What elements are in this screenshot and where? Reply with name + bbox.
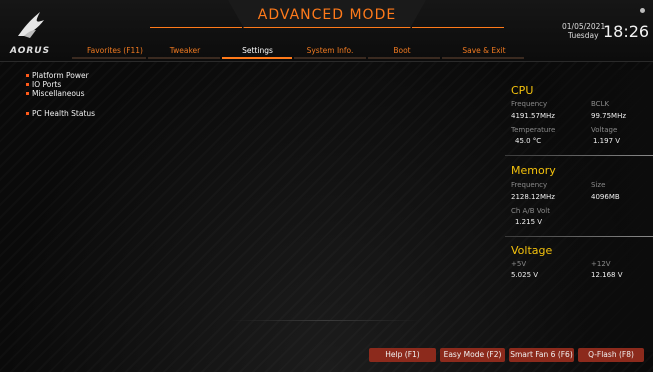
memory-volt-value: 1.215 V (515, 218, 543, 226)
tab-save-exit[interactable]: Save & Exit (452, 46, 516, 55)
divider (505, 236, 653, 237)
date-display: 01/05/2021 Tuesday (562, 22, 605, 40)
memory-title: Memory (511, 164, 556, 177)
menu-item-miscellaneous[interactable]: Miscellaneous (26, 89, 85, 98)
memory-size-label: Size (591, 181, 606, 189)
tab-underline (148, 57, 220, 59)
smart-fan-button[interactable]: Smart Fan 6 (F6) (509, 348, 574, 362)
easy-mode-button[interactable]: Easy Mode (F2) (440, 348, 505, 362)
cpu-voltage-label: Voltage (591, 126, 618, 134)
tab-boot[interactable]: Boot (375, 46, 429, 55)
menu-item-label: Platform Power (32, 71, 89, 80)
divider (230, 320, 420, 321)
voltage-12v-value: 12.168 V (591, 271, 623, 279)
bullet-icon (26, 92, 29, 95)
tab-system-info[interactable]: System Info. (295, 46, 365, 55)
tab-underline (294, 57, 366, 59)
clock: 18:26 (603, 22, 650, 41)
cpu-bclk-label: BCLK (591, 100, 610, 108)
tab-underline (72, 57, 146, 59)
page-title: ADVANCED MODE (257, 7, 397, 23)
voltage-title: Voltage (511, 244, 553, 257)
aorus-eagle-icon (18, 12, 44, 38)
menu-item-label: PC Health Status (32, 109, 96, 118)
tab-favorites[interactable]: Favorites (F11) (80, 46, 150, 55)
bullet-icon (26, 112, 29, 115)
memory-size-value: 4096MB (591, 193, 620, 201)
bullet-icon (26, 83, 29, 86)
memory-frequency-value: 2128.12MHz (511, 193, 555, 201)
menu-item-io-ports[interactable]: IO Ports (26, 80, 62, 89)
cpu-title: CPU (511, 84, 534, 97)
voltage-12v-label: +12V (591, 260, 611, 268)
menu-item-label: Miscellaneous (32, 89, 85, 98)
menu-item-label: IO Ports (32, 80, 62, 89)
brand-logo: AORUS (10, 46, 51, 56)
cpu-voltage-value: 1.197 V (593, 137, 621, 145)
bullet-icon (26, 74, 29, 77)
cpu-bclk-value: 99.75MHz (591, 112, 627, 120)
cpu-frequency-value: 4191.57MHz (511, 112, 555, 120)
close-icon[interactable] (640, 8, 645, 13)
tab-underline-active (222, 57, 292, 59)
tab-underline (442, 57, 524, 59)
tab-tweaker[interactable]: Tweaker (158, 46, 212, 55)
cpu-temperature-label: Temperature (511, 126, 556, 134)
menu-item-pc-health-status[interactable]: PC Health Status (26, 109, 96, 118)
tab-settings[interactable]: Settings (225, 46, 290, 55)
memory-volt-label: Ch A/B Volt (511, 207, 550, 215)
date-value: 01/05/2021 (562, 22, 606, 31)
title-accent-line-left (150, 27, 242, 28)
title-accent-line-right (412, 27, 504, 28)
help-button[interactable]: Help (F1) (369, 348, 436, 362)
voltage-5v-label: +5V (511, 260, 527, 268)
weekday-value: Tuesday (568, 31, 599, 40)
divider (505, 155, 653, 156)
voltage-5v-value: 5.025 V (511, 271, 539, 279)
menu-item-platform-power[interactable]: Platform Power (26, 71, 89, 80)
q-flash-button[interactable]: Q-Flash (F8) (578, 348, 644, 362)
memory-frequency-label: Frequency (511, 181, 548, 189)
cpu-temperature-value: 45.0 °C (515, 137, 542, 145)
tab-underline (368, 57, 440, 59)
cpu-frequency-label: Frequency (511, 100, 548, 108)
